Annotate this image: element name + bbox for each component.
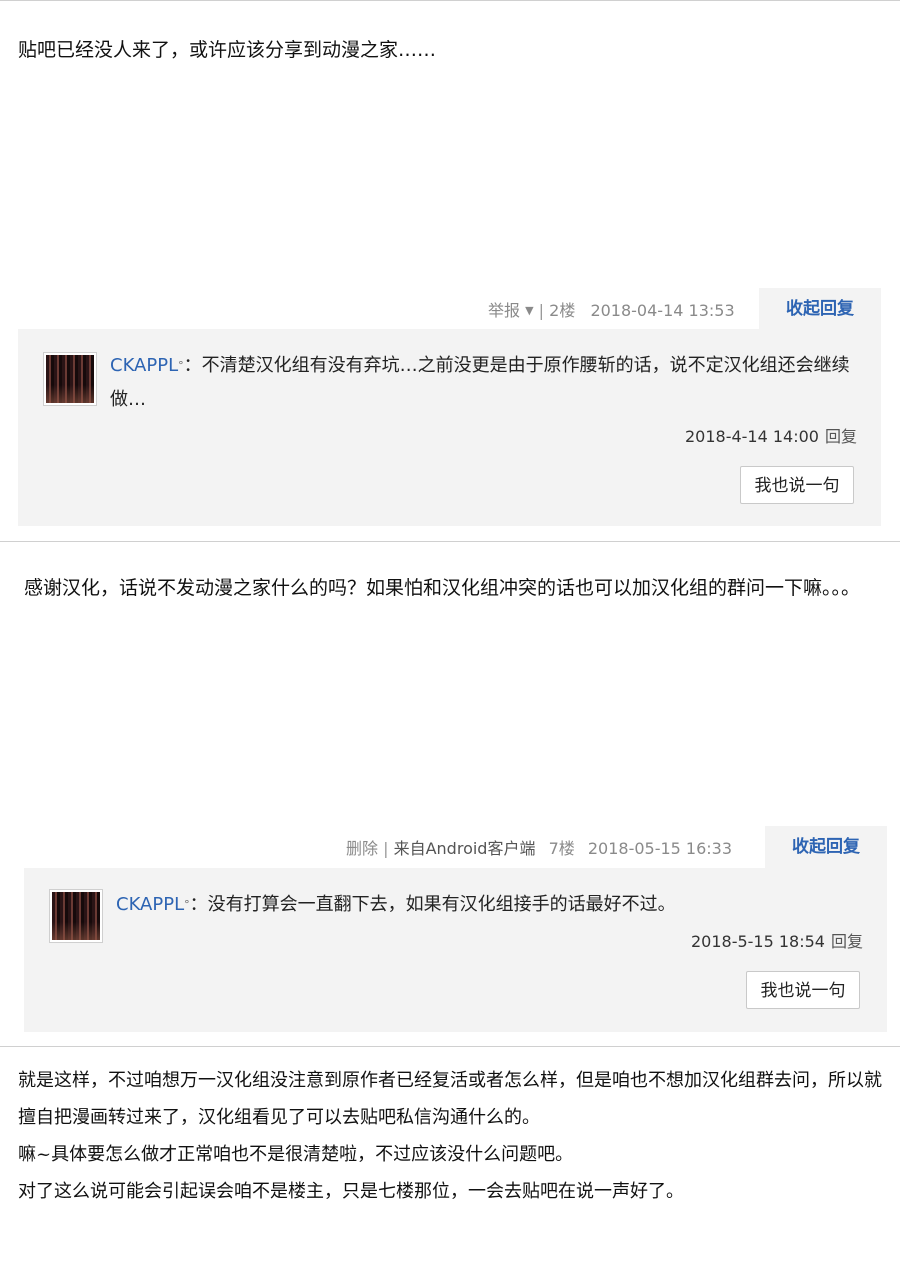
reply-content: CKAPPL°：不清楚汉化组有没有弃坑…之前没更是由于原作腰斩的话，说不定汉化组… — [110, 349, 865, 417]
post-7-meta: 删除 | 来自Android客户端 7楼 2018-05-15 16:33 — [346, 835, 732, 859]
post-divider — [0, 541, 900, 542]
post-7-content: 感谢汉化，话说不发动漫之家什么的吗？如果怕和汉化组冲突的话也可以加汉化组的群问一… — [24, 577, 861, 599]
avatar[interactable] — [49, 889, 103, 943]
post-time: 2018-05-15 16:33 — [587, 839, 733, 858]
collapse-replies-button[interactable]: 收起回复 — [765, 826, 887, 868]
reply-username[interactable]: CKAPPL — [110, 355, 178, 376]
add-comment-button[interactable]: 我也说一句 — [740, 466, 854, 504]
collapse-replies-button[interactable]: 收起回复 — [759, 288, 881, 330]
reply-time: 2018-4-14 14:00 — [684, 427, 819, 446]
post-content: 就是这样，不过咱想万一汉化组没注意到原作者已经复活或者怎么样，但是咱也不想加汉化… — [18, 1062, 890, 1210]
reply-panel: CKAPPL°：不清楚汉化组有没有弃坑…之前没更是由于原作腰斩的话，说不定汉化组… — [18, 329, 881, 526]
floor-number: 7楼 — [548, 839, 575, 858]
report-link[interactable]: 举报 — [488, 301, 520, 320]
meta-separator: | — [538, 301, 550, 320]
post-2-content: 贴吧已经没人来了，或许应该分享到动漫之家…… — [18, 39, 437, 61]
floor-number: 2楼 — [549, 301, 576, 320]
paragraph: 就是这样，不过咱想万一汉化组没注意到原作者已经复活或者怎么样，但是咱也不想加汉化… — [18, 1070, 882, 1128]
reply-text: ：不清楚汉化组有没有弃坑…之前没更是由于原作腰斩的话，说不定汉化组还会继续做… — [110, 355, 850, 410]
delete-link[interactable]: 删除 — [346, 839, 378, 858]
post-time: 2018-04-14 13:53 — [590, 301, 735, 320]
meta-separator: | — [383, 839, 394, 858]
avatar[interactable] — [43, 352, 97, 406]
reply-meta: 2018-4-14 14:00 回复 — [685, 423, 857, 447]
reply-content: CKAPPL°：没有打算会一直翻下去，如果有汉化组接手的话最好不过。 — [116, 888, 871, 922]
paragraph: 嘛~具体要怎么做才正常咱也不是很清楚啦，不过应该没什么问题吧。 — [18, 1144, 574, 1165]
report-dropdown-icon[interactable]: ▼ — [525, 304, 533, 317]
reply-link[interactable]: 回复 — [825, 427, 857, 446]
post-divider — [0, 1046, 900, 1047]
post-2-meta: 举报 ▼ | 2楼 2018-04-14 13:53 — [488, 297, 735, 321]
add-comment-button[interactable]: 我也说一句 — [746, 971, 860, 1009]
reply-link[interactable]: 回复 — [831, 932, 863, 951]
reply-meta: 2018-5-15 18:54 回复 — [691, 928, 863, 952]
reply-username[interactable]: CKAPPL — [116, 894, 184, 915]
paragraph: 对了这么说可能会引起误会咱不是楼主，只是七楼那位，一会去贴吧在说一声好了。 — [18, 1181, 684, 1202]
reply-time: 2018-5-15 18:54 — [690, 932, 825, 951]
client-source: 来自Android客户端 — [393, 839, 536, 858]
reply-panel: CKAPPL°：没有打算会一直翻下去，如果有汉化组接手的话最好不过。 2018-… — [24, 868, 887, 1032]
top-divider — [0, 0, 900, 1]
reply-text: ：没有打算会一直翻下去，如果有汉化组接手的话最好不过。 — [189, 894, 676, 915]
